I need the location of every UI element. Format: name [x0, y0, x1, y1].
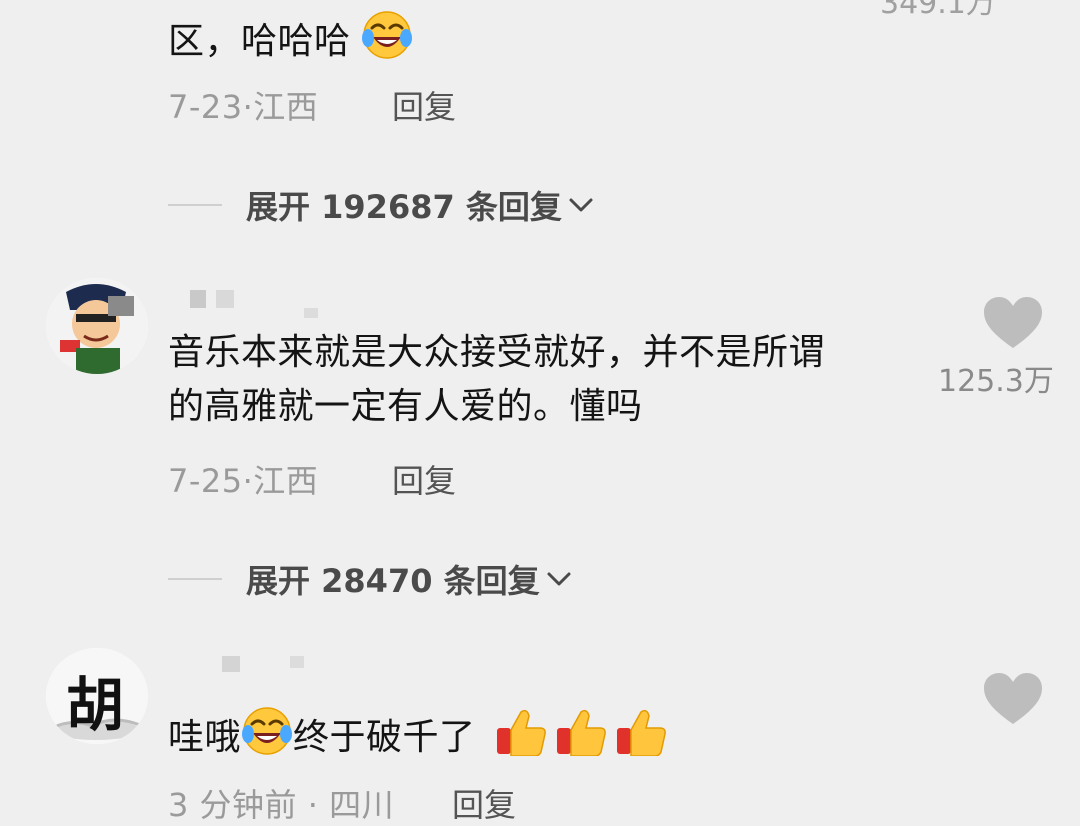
- comment-text-3: 哇哦 终于破千了: [168, 706, 667, 772]
- thumbs-up-icon: [495, 706, 547, 772]
- comment-meta-3: 3 分钟前 · 四川: [168, 780, 394, 826]
- avatar-character: 胡: [66, 671, 125, 739]
- chevron-down-icon: [547, 572, 571, 586]
- reply-button-3[interactable]: 回复: [452, 780, 516, 826]
- thumbs-up-icon: [555, 706, 607, 772]
- expand-replies-1[interactable]: 展开 192687 条回复: [168, 182, 594, 228]
- comment-text: 区，哈哈哈: [168, 21, 351, 62]
- comment-text: 哇哦: [168, 717, 242, 758]
- reply-button-1[interactable]: 回复: [392, 82, 456, 128]
- laughing-crying-emoji-icon: [241, 706, 293, 772]
- chevron-down-icon: [569, 198, 593, 212]
- comment-date: 7-23: [168, 88, 243, 126]
- comment-location: 江西: [253, 462, 319, 500]
- meta-separator: ·: [242, 462, 254, 500]
- comment-text-1: 区，哈哈哈: [168, 10, 413, 76]
- like-count-text: 125.3万: [938, 364, 1054, 399]
- comment-date: 7-25: [168, 462, 243, 500]
- like-button-2[interactable]: [982, 296, 1044, 354]
- cartoon-man-avatar-icon: [46, 278, 148, 374]
- like-button-3[interactable]: [982, 672, 1044, 730]
- comment-text-line: 的高雅就一定有人爱的。懂吗: [168, 386, 643, 427]
- expand-replies-label: 展开 192687 条回复: [246, 188, 562, 226]
- comment-location: 江西: [253, 88, 319, 126]
- laughing-crying-emoji-icon: [362, 10, 413, 76]
- reply-button-2[interactable]: 回复: [392, 456, 456, 502]
- comment-meta-1: 7-23·江西: [168, 82, 318, 128]
- username-blurred[interactable]: [222, 656, 304, 674]
- avatar-hu[interactable]: 胡: [46, 648, 148, 744]
- comment-text-2: 音乐本来就是大众接受就好，并不是所谓 的高雅就一定有人爱的。懂吗: [168, 326, 928, 434]
- comment-location: 四川: [329, 786, 395, 824]
- comment-meta-2: 7-25·江西: [168, 456, 318, 502]
- meta-separator: ·: [242, 88, 254, 126]
- divider-line: [168, 578, 222, 580]
- divider-line: [168, 204, 222, 206]
- heart-icon: [984, 297, 1042, 348]
- heart-icon: [984, 673, 1042, 724]
- like-count-1: 349.1万: [880, 0, 996, 22]
- comment-date: 3 分钟前: [168, 786, 298, 824]
- comment-text-line: 音乐本来就是大众接受就好，并不是所谓: [168, 332, 826, 373]
- comment-text: 终于破千了: [293, 717, 476, 758]
- avatar-cartoon-man[interactable]: [46, 278, 148, 374]
- expand-replies-label: 展开 28470 条回复: [246, 562, 540, 600]
- thumbs-up-icon: [615, 706, 667, 772]
- like-count-2: 125.3万: [938, 356, 1054, 400]
- like-count-text: 349.1万: [880, 0, 996, 21]
- expand-replies-2[interactable]: 展开 28470 条回复: [168, 556, 572, 602]
- meta-separator: ·: [307, 786, 319, 824]
- username-blurred[interactable]: [190, 290, 318, 318]
